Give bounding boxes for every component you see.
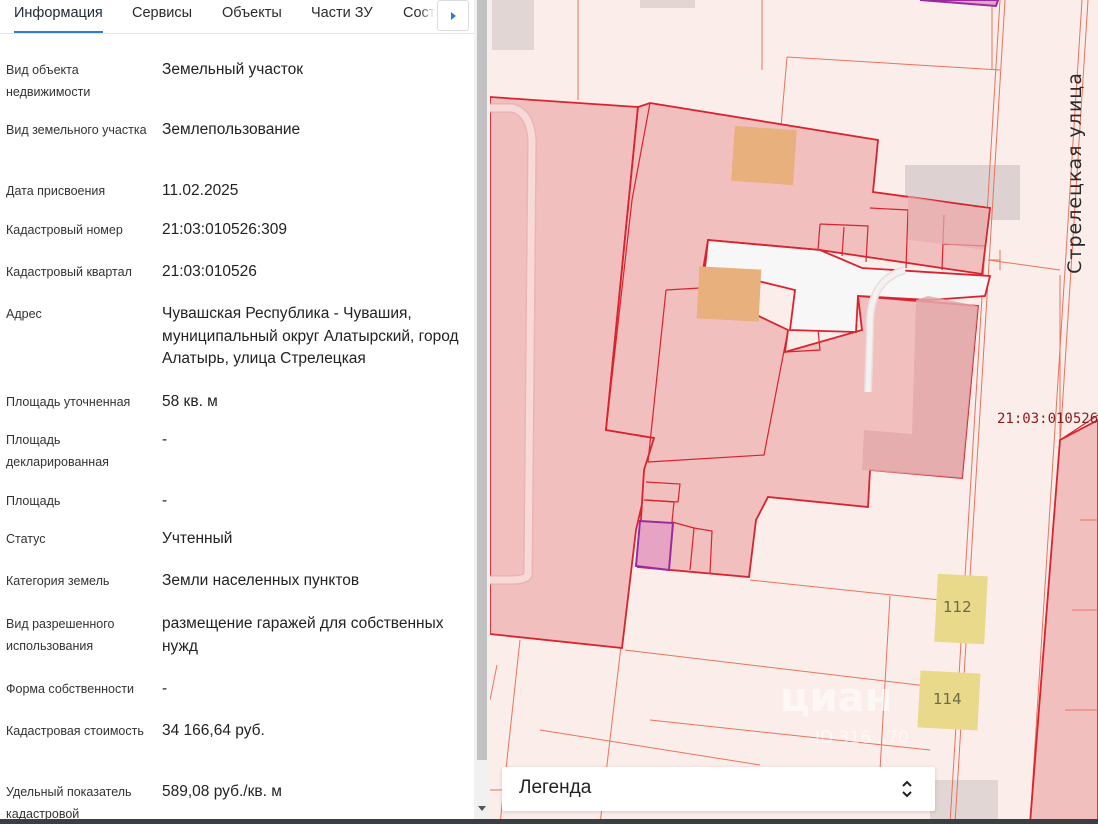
info-value: 589,08 руб./кв. м <box>162 783 282 800</box>
legend-title: Легенда <box>519 777 592 798</box>
tab-bar: Информация Сервисы Объекты Части ЗУ Сост… <box>0 0 474 34</box>
info-label: Форма собственности <box>6 682 134 696</box>
scroll-down-arrow-icon[interactable] <box>478 806 486 811</box>
info-label: Площадь уточненная <box>6 395 131 409</box>
info-label: Дата присвоения <box>6 184 106 198</box>
info-value: 58 кв. м <box>162 393 218 410</box>
info-value: 21:03:010526:309 <box>162 221 287 238</box>
info-label: Площадь декларированная <box>6 433 109 469</box>
legend-dropdown[interactable]: Легенда <box>502 767 935 811</box>
info-label: Кадастровая стоимость <box>6 724 144 738</box>
info-label: Вид земельного участка <box>6 123 147 137</box>
info-value: Землепользование <box>162 121 301 138</box>
info-value: 34 166,64 руб. <box>162 722 265 739</box>
info-panel: Информация Сервисы Объекты Части ЗУ Сост… <box>0 0 474 824</box>
info-value: 11.02.2025 <box>162 182 239 199</box>
info-label: Категория земель <box>6 574 110 588</box>
info-label: Площадь <box>6 494 61 508</box>
street-name-label: Стрелецкая улица <box>1064 72 1086 274</box>
building-orange <box>731 125 797 186</box>
watermark-id: ID 316...70 <box>815 728 909 748</box>
house-number-label: 112 <box>943 598 972 616</box>
info-value: Учтенный <box>162 530 233 547</box>
tabs-scroll-right-button[interactable] <box>437 0 469 31</box>
info-value: Земельный участок <box>162 61 304 78</box>
tab-objects[interactable]: Объекты <box>222 0 282 33</box>
info-value: - <box>162 431 168 448</box>
info-label: Вид разрешенного использования <box>6 617 115 653</box>
panel-scrollbar[interactable] <box>474 0 490 824</box>
info-label: Адрес <box>6 307 42 321</box>
selected-parcel[interactable] <box>634 519 675 572</box>
house-number-label: 114 <box>933 690 962 708</box>
info-value: размещение гаражей для собственных нужд <box>162 615 444 655</box>
caret-right-icon <box>450 11 456 20</box>
info-value: 21:03:010526 <box>162 263 257 280</box>
info-value: - <box>162 492 168 509</box>
watermark-logo: циан <box>780 675 893 721</box>
building-grey <box>640 0 695 8</box>
info-value: - <box>162 680 168 697</box>
building-grey <box>930 780 998 824</box>
expand-collapse-icon[interactable] <box>900 778 914 800</box>
bottom-edge-bar <box>0 819 1098 824</box>
info-label: Кадастровый квартал <box>6 265 132 279</box>
building-grey <box>492 0 534 50</box>
info-label: Кадастровый номер <box>6 223 123 237</box>
cadastral-quarter-label: 21:03:010526 <box>997 411 1098 427</box>
info-value: Чувашская Республика - Чувашия, муниципа… <box>162 305 459 367</box>
info-label: Статус <box>6 532 46 546</box>
tab-services[interactable]: Сервисы <box>132 0 192 33</box>
info-label: Вид объекта недвижимости <box>6 63 91 99</box>
info-value: Земли населенных пунктов <box>162 572 360 589</box>
tab-information[interactable]: Информация <box>14 0 103 33</box>
info-label: Удельный показатель кадастровой <box>6 785 132 821</box>
tab-parcel-parts[interactable]: Части ЗУ <box>311 0 373 33</box>
scrollbar-thumb[interactable] <box>477 0 487 760</box>
building-orange <box>696 266 762 322</box>
